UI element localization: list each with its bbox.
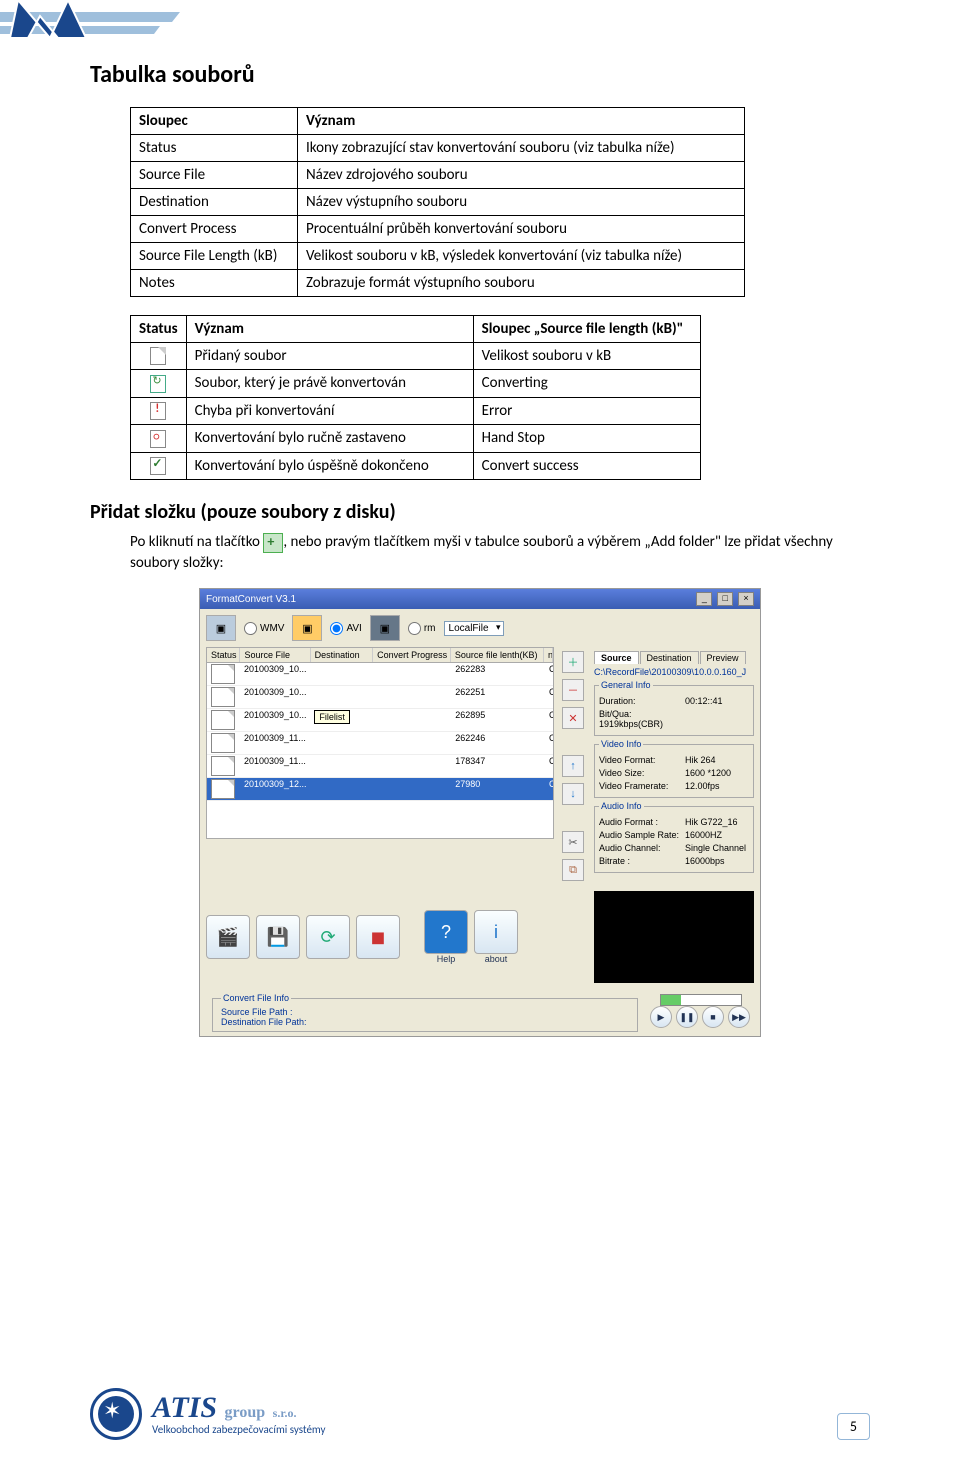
wmv-format-button[interactable]: ▣	[206, 615, 236, 641]
audio-info-group: Audio Info Audio Format :Hik G722_16 Aud…	[594, 801, 754, 873]
table-row: Chyba při konvertováníError	[131, 397, 701, 424]
avi-radio[interactable]: AVI	[330, 622, 361, 635]
general-info-group: General Info Duration:00:12::41 Bit/Qua:…	[594, 680, 754, 736]
save-button[interactable]: 💾	[256, 915, 300, 959]
close-button[interactable]: ×	[738, 592, 754, 606]
minimize-button[interactable]: _	[696, 592, 712, 606]
paragraph-add-folder: Po kliknutí na tlačítko , nebo pravým tl…	[130, 532, 870, 574]
next-button[interactable]: ▶▶	[728, 1006, 750, 1028]
rm-radio[interactable]: rm	[408, 622, 436, 635]
progress-bar	[660, 994, 742, 1006]
open-button[interactable]: 🎬	[206, 915, 250, 959]
heading-add-folder: Přidat složku (pouze soubory z disku)	[90, 500, 870, 524]
grid-row[interactable]: 20100309_11...262246Convert To AVI	[207, 732, 553, 755]
table-row: Přidaný souborVelikost souboru v kB	[131, 343, 701, 370]
table-row: Soubor, který je právě konvertovánConver…	[131, 370, 701, 397]
grid-row[interactable]: 20100309_10...262283Convert To AVI	[207, 663, 553, 686]
app-titlebar: FormatConvert V3.1 _ □ ×	[200, 589, 760, 609]
table-row: Source File Length (kB)Velikost souboru …	[131, 243, 745, 270]
th-vyznam: Význam	[298, 108, 745, 135]
status-stop-icon	[150, 430, 166, 448]
status-err-icon	[150, 402, 166, 420]
brand-logo-corner	[0, 0, 230, 56]
table-row: Konvertování bylo ručně zastavenoHand St…	[131, 425, 701, 452]
heading-tabulka-souboru: Tabulka souborů	[90, 60, 870, 89]
merge-button[interactable]: ⧉	[562, 859, 584, 881]
table-row: Konvertování bylo úspěšně dokončenoConve…	[131, 452, 701, 479]
status-new-icon	[150, 347, 166, 365]
add-file-button[interactable]: ＋	[562, 651, 584, 673]
avi-format-button[interactable]: ▣	[292, 615, 322, 641]
status-ok-icon	[150, 457, 166, 475]
th-status: Status	[131, 316, 187, 343]
remove-file-button[interactable]: －	[562, 679, 584, 701]
table-columns-meanings: SloupecVýznam StatusIkony zobrazující st…	[130, 107, 745, 297]
convert-button[interactable]: ⟳	[306, 915, 350, 959]
convert-file-info: Convert File Info Source File Path : Des…	[212, 993, 638, 1032]
video-preview	[594, 891, 754, 983]
file-grid[interactable]: Status Source File Destination Convert P…	[206, 647, 554, 839]
grid-row[interactable]: 20100309_10...Filelist262895Convert To A…	[207, 709, 553, 732]
source-combo[interactable]: LocalFile	[444, 621, 504, 636]
help-button[interactable]: ?	[424, 910, 468, 954]
about-button[interactable]: i	[474, 910, 518, 954]
grid-row[interactable]: 20100309_12...27980Convert To AVI	[207, 778, 553, 801]
company-logo: ATIS group s.r.o. Velkoobchod zabezpečov…	[90, 1388, 326, 1440]
stop-button[interactable]: ◼	[356, 915, 400, 959]
info-panel: Source Destination Preview C:\RecordFile…	[588, 647, 760, 885]
page-number: 5	[837, 1413, 870, 1440]
table-row: DestinationNázev výstupního souboru	[131, 189, 745, 216]
th-sloupec: Sloupec	[131, 108, 298, 135]
app-screenshot: FormatConvert V3.1 _ □ × ▣ WMV ▣ AVI ▣ r…	[199, 588, 761, 1037]
move-down-button[interactable]: ↓	[562, 783, 584, 805]
cut-button[interactable]: ✂	[562, 831, 584, 853]
atis-logo-icon	[90, 1388, 142, 1440]
tab-destination[interactable]: Destination	[640, 651, 699, 664]
stop-media-button[interactable]: ■	[702, 1006, 724, 1028]
table-row: NotesZobrazuje formát výstupního souboru	[131, 270, 745, 297]
tab-preview[interactable]: Preview	[700, 651, 746, 664]
table-row: Source FileNázev zdrojového souboru	[131, 162, 745, 189]
app-title: FormatConvert V3.1	[206, 594, 296, 605]
clear-button[interactable]: ✕	[562, 707, 584, 729]
add-folder-icon	[263, 533, 283, 553]
table-status-icons: Status Význam Sloupec „Source file lengt…	[130, 315, 701, 480]
th-length: Sloupec „Source file length (kB)"	[473, 316, 700, 343]
table-row: StatusIkony zobrazující stav konvertován…	[131, 135, 745, 162]
tab-source[interactable]: Source	[594, 651, 639, 664]
grid-row[interactable]: 20100309_10...262251Convert To AVI	[207, 686, 553, 709]
video-info-group: Video Info Video Format:Hik 264 Video Si…	[594, 739, 754, 798]
table-row: Convert ProcessProcentuální průběh konve…	[131, 216, 745, 243]
status-conv-icon	[150, 375, 166, 393]
wmv-radio[interactable]: WMV	[244, 622, 284, 635]
play-button[interactable]: ▶	[650, 1006, 672, 1028]
move-up-button[interactable]: ↑	[562, 755, 584, 777]
window-buttons: _ □ ×	[694, 592, 754, 606]
rm-format-button[interactable]: ▣	[370, 615, 400, 641]
source-path: C:\RecordFile\20100309\10.0.0.160_J	[594, 667, 754, 677]
th-vyznam2: Význam	[186, 316, 473, 343]
grid-row[interactable]: 20100309_11...178347Convert To AVI	[207, 755, 553, 778]
pause-button[interactable]: ❚❚	[676, 1006, 698, 1028]
maximize-button[interactable]: □	[717, 592, 733, 606]
grid-header: Status Source File Destination Convert P…	[207, 648, 553, 663]
